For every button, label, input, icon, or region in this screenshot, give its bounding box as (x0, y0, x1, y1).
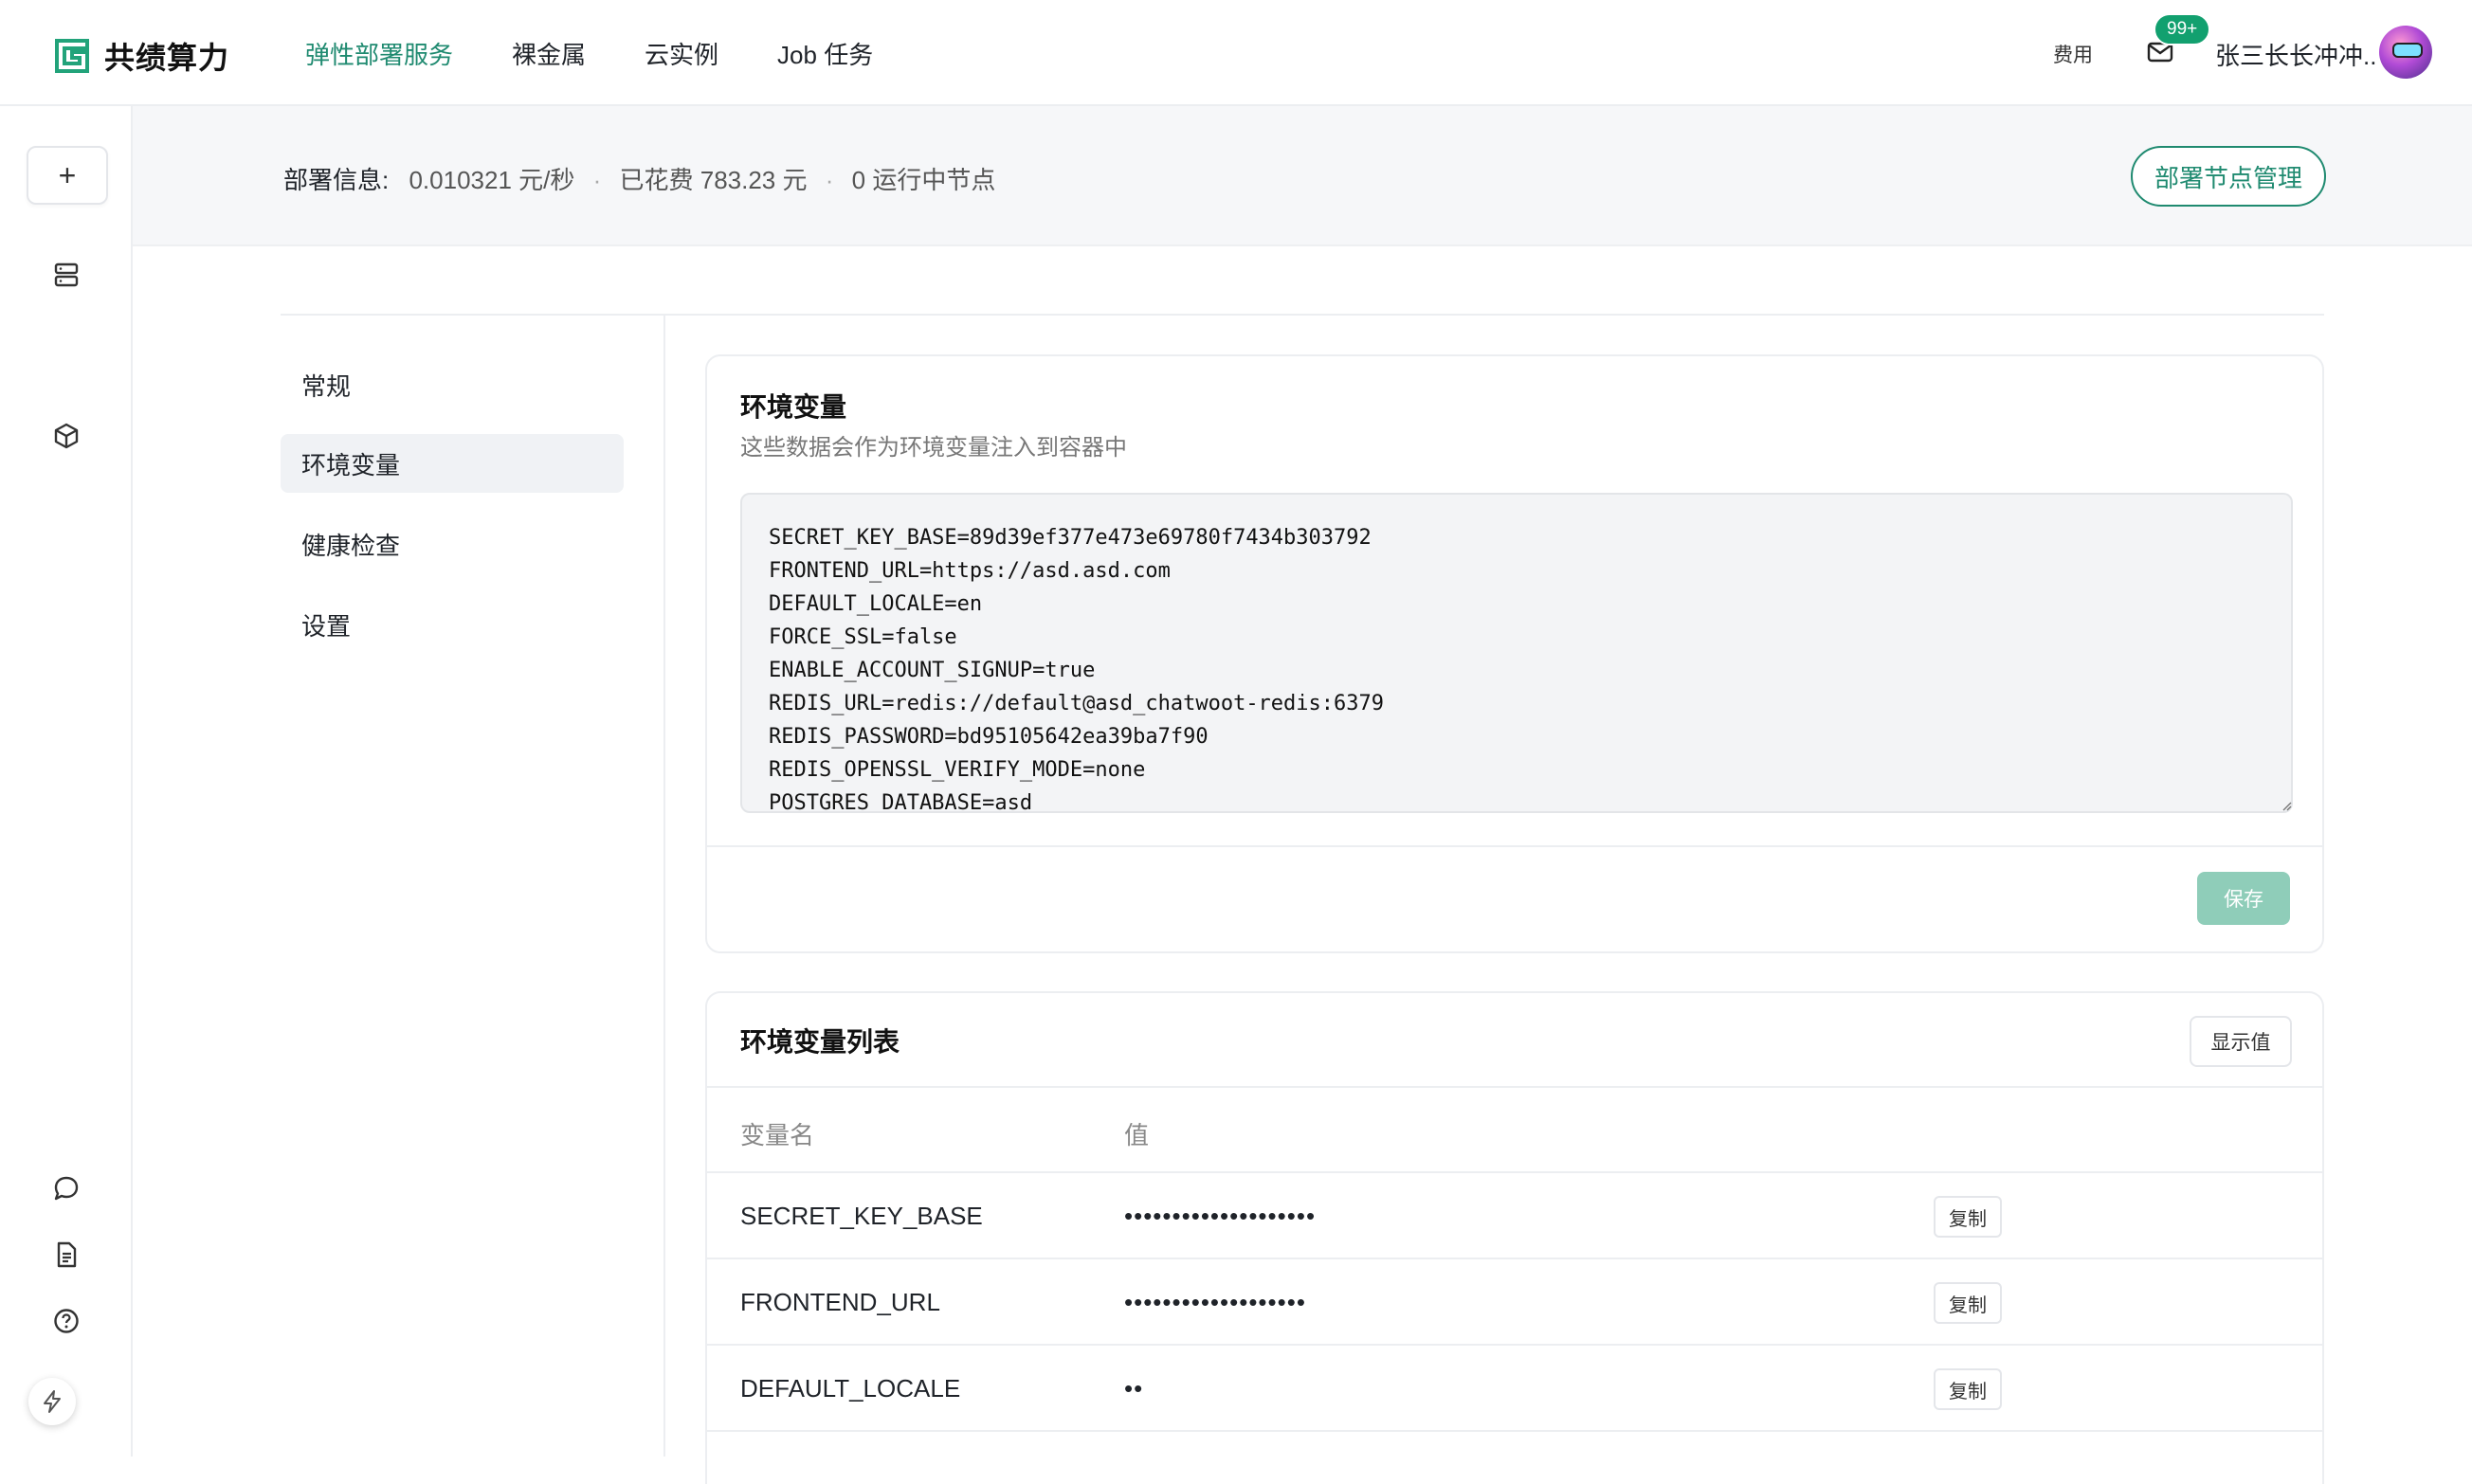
env-editor-subtitle: 这些数据会作为环境变量注入到容器中 (740, 435, 1127, 461)
settings-tab-env[interactable]: 环境变量 (281, 434, 624, 493)
top-bar: 共绩算力 弹性部署服务 裸金属 云实例 Job 任务 费用 99+ 张三长长冲冲… (0, 0, 2472, 106)
column-header-name: 变量名 (740, 1121, 815, 1149)
deploy-info-bar: 部署信息: 0.010321 元/秒 · 已花费 783.23 元 · 0 运行… (133, 106, 2472, 246)
help-icon[interactable] (49, 1304, 83, 1338)
separator-dot: · (825, 166, 834, 194)
deploy-info: 部署信息: 0.010321 元/秒 · 已花费 783.23 元 · 0 运行… (283, 161, 995, 196)
avatar[interactable] (2379, 26, 2432, 79)
divider (707, 845, 2322, 847)
save-button[interactable]: 保存 (2197, 872, 2290, 925)
logo-icon (55, 39, 89, 73)
rate-value: 0.010321 元/秒 (409, 166, 575, 194)
chat-icon[interactable] (49, 1171, 83, 1205)
copy-button[interactable]: 复制 (1934, 1196, 2002, 1238)
copy-button[interactable]: 复制 (1934, 1282, 2002, 1324)
add-button[interactable]: + (27, 146, 108, 205)
env-var-name: FRONTEND_URL (740, 1288, 940, 1316)
divider (707, 1430, 2322, 1432)
nav-bare-metal[interactable]: 裸金属 (512, 36, 586, 71)
fee-link[interactable]: 费用 (2053, 40, 2093, 68)
notification-badge: 99+ (2154, 13, 2211, 45)
resize-handle-icon[interactable] (2281, 800, 2292, 811)
brand-name: 共绩算力 (104, 41, 230, 75)
settings-tab-health[interactable]: 健康检查 (281, 515, 624, 573)
cube-icon[interactable] (49, 419, 83, 453)
info-label: 部署信息: (283, 166, 390, 194)
env-editor-card: 环境变量 这些数据会作为环境变量注入到容器中 SECRET_KEY_BASE=8… (705, 354, 2324, 953)
running-nodes: 0 运行中节点 (851, 166, 996, 194)
column-header-value: 值 (1124, 1121, 1150, 1149)
manage-nodes-button[interactable]: 部署节点管理 (2131, 146, 2326, 207)
nav-cloud-instance[interactable]: 云实例 (645, 36, 718, 71)
divider (707, 1086, 2322, 1088)
bolt-icon[interactable] (28, 1378, 76, 1425)
divider (663, 316, 665, 1457)
copy-button[interactable]: 复制 (1934, 1368, 2002, 1410)
settings-tab-settings[interactable]: 设置 (281, 595, 624, 654)
spent-value: 已花费 783.23 元 (619, 166, 808, 194)
env-list-card: 环境变量列表 显示值 变量名 值 SECRET_KEY_BASE •••••••… (705, 991, 2324, 1484)
divider (707, 1171, 2322, 1173)
env-var-name: SECRET_KEY_BASE (740, 1202, 983, 1230)
document-icon[interactable] (49, 1238, 83, 1272)
left-rail: + (0, 106, 133, 1457)
server-icon[interactable] (49, 258, 83, 292)
nav-elastic-deploy[interactable]: 弹性部署服务 (305, 36, 453, 71)
env-var-value: •• (1124, 1374, 1144, 1403)
brand-logo[interactable]: 共绩算力 (53, 34, 229, 78)
env-textarea[interactable]: SECRET_KEY_BASE=89d39ef377e473e69780f743… (740, 493, 2293, 813)
divider (281, 314, 2324, 316)
main-nav: 弹性部署服务 裸金属 云实例 Job 任务 (305, 0, 932, 106)
separator-dot: · (592, 166, 602, 194)
nav-job-tasks[interactable]: Job 任务 (777, 36, 873, 71)
env-var-value: •••••••••••••••••••• (1124, 1202, 1317, 1230)
env-var-value: ••••••••••••••••••• (1124, 1288, 1306, 1316)
env-var-name: DEFAULT_LOCALE (740, 1374, 961, 1403)
env-editor-title: 环境变量 (740, 392, 847, 422)
show-values-button[interactable]: 显示值 (2190, 1016, 2292, 1067)
env-list-title: 环境变量列表 (740, 1027, 900, 1057)
divider (707, 1344, 2322, 1346)
settings-tab-general[interactable]: 常规 (281, 355, 624, 414)
divider (707, 1258, 2322, 1259)
username[interactable]: 张三长长冲冲.. (2215, 37, 2376, 72)
